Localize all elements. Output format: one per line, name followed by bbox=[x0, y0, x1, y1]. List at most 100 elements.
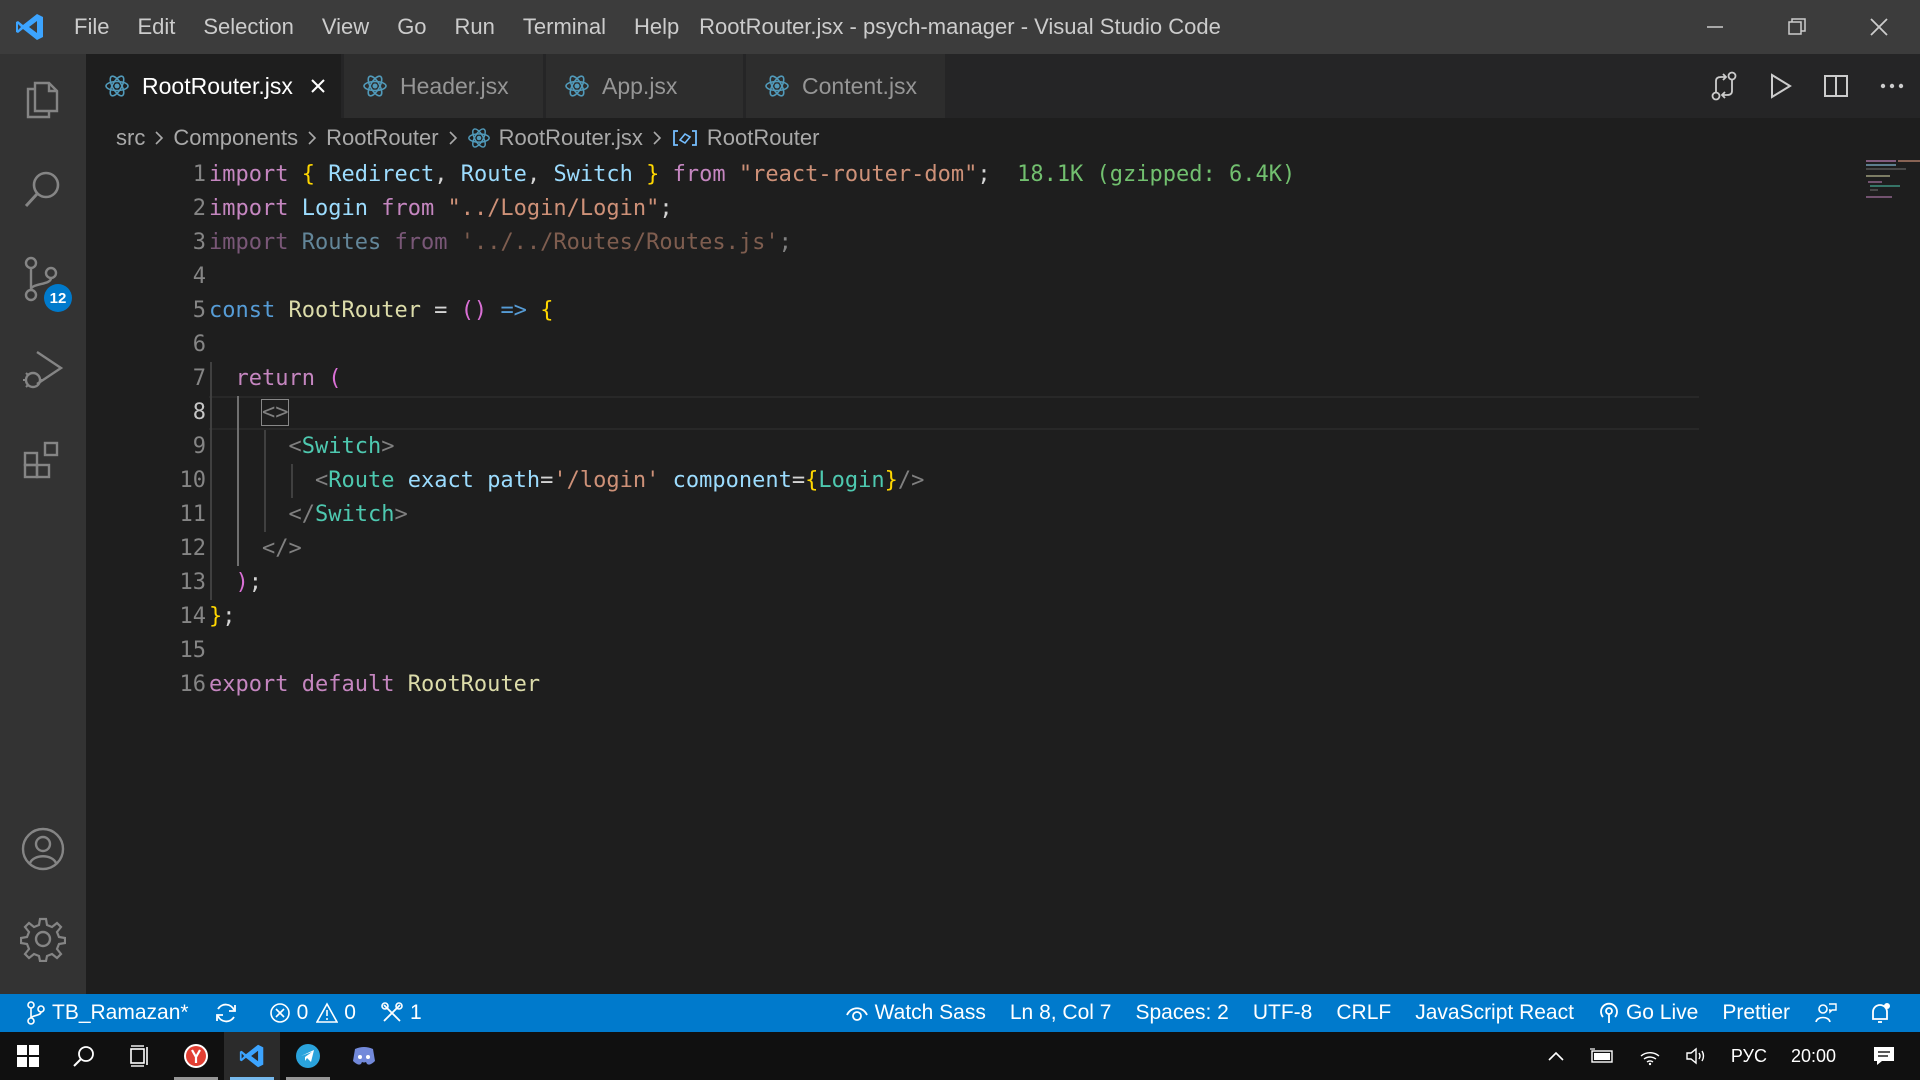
git-branch-status[interactable]: TB_Ramazan* bbox=[0, 994, 201, 1032]
notifications-button[interactable] bbox=[1856, 994, 1920, 1032]
sync-icon bbox=[215, 1003, 236, 1023]
minimap[interactable] bbox=[1866, 158, 1920, 258]
indentation-status[interactable]: Spaces: 2 bbox=[1123, 994, 1240, 1032]
token-tag: Switch bbox=[301, 434, 382, 459]
vscode-icon bbox=[239, 1044, 264, 1068]
token-tag: Switch bbox=[314, 502, 395, 527]
vscode-logo-icon bbox=[0, 0, 60, 54]
cursor-position[interactable]: Ln 8, Col 7 bbox=[998, 994, 1124, 1032]
language-mode[interactable]: JavaScript React bbox=[1403, 994, 1586, 1032]
split-editor-button[interactable] bbox=[1808, 54, 1864, 118]
breadcrumb-rootrouter-folder[interactable]: RootRouter bbox=[326, 125, 439, 151]
watch-sass-button[interactable]: Watch Sass bbox=[833, 994, 998, 1032]
code-editor[interactable]: 1 2 3 4 5 6 7 8 9 10 11 12 13 14 15 16 i… bbox=[86, 158, 1920, 994]
breadcrumb: src Components RootRouter RootRouter.jsx… bbox=[86, 118, 1920, 158]
tab-content[interactable]: Content.jsx bbox=[746, 54, 946, 118]
code-line-5: const RootRouter = () => { bbox=[209, 298, 554, 323]
git-compare-icon bbox=[1711, 71, 1737, 101]
source-control-button[interactable]: 12 bbox=[0, 234, 86, 324]
minimize-button[interactable] bbox=[1674, 0, 1756, 54]
menu-edit[interactable]: Edit bbox=[123, 0, 189, 54]
menu-selection[interactable]: Selection bbox=[189, 0, 308, 54]
problems-status[interactable]: 0 0 bbox=[257, 994, 368, 1032]
close-icon bbox=[311, 79, 325, 93]
editor-actions bbox=[1696, 54, 1920, 118]
input-language-button[interactable]: РУС bbox=[1719, 1032, 1779, 1080]
settings-button[interactable] bbox=[0, 894, 86, 984]
yandex-browser-button[interactable] bbox=[168, 1032, 224, 1080]
go-live-button[interactable]: Go Live bbox=[1586, 994, 1710, 1032]
warning-icon bbox=[316, 1002, 339, 1023]
eol-status[interactable]: CRLF bbox=[1324, 994, 1403, 1032]
error-count: 0 bbox=[296, 1001, 309, 1024]
menu-go[interactable]: Go bbox=[383, 0, 440, 54]
menu-file[interactable]: File bbox=[60, 0, 123, 54]
windows-start-icon bbox=[17, 1045, 39, 1067]
tools-status[interactable]: 1 bbox=[368, 994, 434, 1032]
breadcrumb-file[interactable]: RootRouter.jsx bbox=[499, 125, 643, 151]
ellipsis-icon bbox=[1880, 83, 1904, 89]
current-line-highlight bbox=[209, 396, 1699, 430]
line-number: 10 bbox=[179, 468, 207, 493]
run-file-button[interactable] bbox=[1752, 54, 1808, 118]
action-center-button[interactable] bbox=[1848, 1032, 1920, 1080]
restore-icon bbox=[1788, 18, 1806, 35]
token-identifier: Login bbox=[818, 468, 885, 493]
menu-terminal[interactable]: Terminal bbox=[509, 0, 620, 54]
menu-help[interactable]: Help bbox=[620, 0, 693, 54]
line-number: 7 bbox=[192, 366, 206, 391]
tab-rootrouter[interactable]: RootRouter.jsx bbox=[86, 54, 342, 118]
show-hidden-icons-button[interactable] bbox=[1535, 1032, 1577, 1080]
network-button[interactable] bbox=[1627, 1032, 1673, 1080]
extensions-button[interactable] bbox=[0, 414, 86, 504]
breadcrumb-symbol[interactable]: RootRouter bbox=[707, 125, 820, 151]
discord-button[interactable] bbox=[336, 1032, 392, 1080]
windows-taskbar: РУС 20:00 bbox=[0, 1032, 1920, 1080]
menu-run[interactable]: Run bbox=[441, 0, 509, 54]
source-control-badge: 12 bbox=[44, 284, 72, 312]
menu-view[interactable]: View bbox=[308, 0, 383, 54]
token-keyword: from bbox=[672, 162, 726, 187]
search-button[interactable] bbox=[0, 144, 86, 234]
sync-button[interactable] bbox=[201, 994, 257, 1032]
task-view-button[interactable] bbox=[112, 1032, 168, 1080]
start-button[interactable] bbox=[0, 1032, 56, 1080]
minimize-icon bbox=[1707, 26, 1723, 28]
clock[interactable]: 20:00 bbox=[1779, 1032, 1848, 1080]
tab-app[interactable]: App.jsx bbox=[546, 54, 744, 118]
token-keyword: import bbox=[209, 196, 289, 221]
account-button[interactable] bbox=[0, 804, 86, 894]
close-tab-button[interactable] bbox=[307, 75, 329, 97]
prettier-status[interactable]: Prettier bbox=[1710, 994, 1802, 1032]
watch-sass-label: Watch Sass bbox=[874, 1001, 986, 1024]
run-debug-button[interactable] bbox=[0, 324, 86, 414]
encoding-status[interactable]: UTF-8 bbox=[1241, 994, 1325, 1032]
vscode-taskbar-button[interactable] bbox=[224, 1032, 280, 1080]
editor-tab-bar: RootRouter.jsx Header.jsx App.jsx Conten… bbox=[86, 54, 1920, 118]
status-bar-right: Watch Sass Ln 8, Col 7 Spaces: 2 UTF-8 C… bbox=[833, 994, 1920, 1032]
line-number: 12 bbox=[179, 536, 207, 561]
battery-button[interactable] bbox=[1577, 1032, 1627, 1080]
tab-label: Header.jsx bbox=[400, 72, 509, 99]
taskbar-search-button[interactable] bbox=[56, 1032, 112, 1080]
volume-button[interactable] bbox=[1673, 1032, 1719, 1080]
line-number: 3 bbox=[192, 230, 206, 255]
feedback-button[interactable] bbox=[1802, 994, 1856, 1032]
telegram-button[interactable] bbox=[280, 1032, 336, 1080]
line-number: 5 bbox=[192, 298, 206, 323]
restore-button[interactable] bbox=[1756, 0, 1838, 54]
extensions-icon bbox=[23, 441, 59, 479]
compare-changes-button[interactable] bbox=[1696, 54, 1752, 118]
tab-header[interactable]: Header.jsx bbox=[344, 54, 544, 118]
more-actions-button[interactable] bbox=[1864, 54, 1920, 118]
explorer-button[interactable] bbox=[0, 54, 86, 144]
line-number: 4 bbox=[192, 264, 206, 289]
line-number: 14 bbox=[179, 604, 207, 629]
line-number: 1 bbox=[192, 162, 206, 187]
token-keyword: return bbox=[235, 366, 315, 391]
close-window-button[interactable] bbox=[1838, 0, 1920, 54]
battery-icon bbox=[1589, 1048, 1613, 1063]
breadcrumb-src[interactable]: src bbox=[116, 125, 145, 151]
chevron-right-icon bbox=[306, 129, 318, 147]
breadcrumb-components[interactable]: Components bbox=[173, 125, 298, 151]
